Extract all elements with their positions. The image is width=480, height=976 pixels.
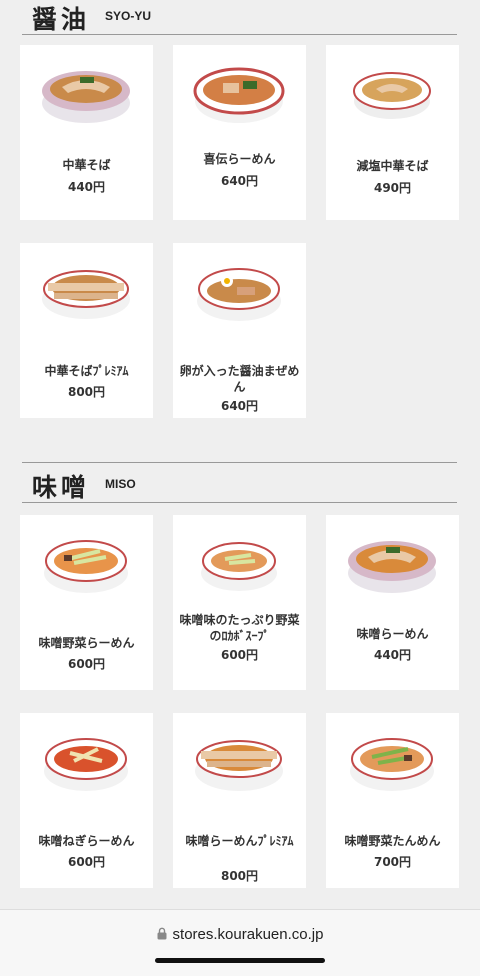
menu-item-name: 味噌ねぎらーめん bbox=[38, 834, 135, 848]
section-title: 味噌 bbox=[32, 473, 91, 502]
menu-card[interactable]: 味噌ねぎらーめん 600円 bbox=[20, 713, 153, 888]
menu-item-price: 800円 bbox=[220, 869, 259, 883]
section-header-miso: 味噌 MISO bbox=[22, 462, 457, 504]
menu-card[interactable]: 卵が入った醤油まぜめん 640円 bbox=[173, 243, 306, 418]
home-indicator[interactable] bbox=[155, 958, 325, 963]
menu-item-name: 味噌らーめん bbox=[356, 627, 429, 641]
menu-card[interactable]: 中華そばﾌﾟﾚﾐｱﾑ 800円 bbox=[20, 243, 153, 418]
ramen-bowl-icon bbox=[350, 738, 434, 791]
section-divider bbox=[22, 462, 457, 463]
menu-item-name: 減塩中華そば bbox=[356, 159, 429, 173]
menu-card[interactable]: 中華そば 440円 bbox=[20, 45, 153, 220]
menu-card[interactable]: 味噌野菜らーめん 600円 bbox=[20, 515, 153, 690]
url-text: stores.kourakuen.co.jp bbox=[172, 926, 324, 943]
menu-card[interactable]: 味噌らーめんﾌﾟﾚﾐｱﾑ 800円 bbox=[173, 713, 306, 888]
ramen-bowl-icon bbox=[44, 540, 128, 593]
menu-item-price: 640円 bbox=[220, 399, 259, 413]
ramen-bowl-icon bbox=[42, 71, 130, 123]
menu-card[interactable]: 味噌野菜たんめん 700円 bbox=[326, 713, 459, 888]
lock-icon bbox=[157, 927, 167, 940]
menu-card[interactable]: 味噌味のたっぷり野菜のﾛｶﾎﾞｽｰﾌﾟ 600円 bbox=[173, 515, 306, 690]
section-subtitle: SYO-YU bbox=[105, 9, 152, 23]
browser-bottom-bar: stores.kourakuen.co.jp bbox=[0, 909, 480, 976]
section-divider bbox=[22, 34, 457, 35]
section-title: 醤油 bbox=[32, 5, 91, 34]
ramen-bowl-icon bbox=[44, 738, 128, 791]
ramen-bowl-icon bbox=[201, 542, 277, 591]
menu-item-price: 490円 bbox=[373, 181, 412, 195]
menu-item-name: 喜伝らーめん bbox=[203, 152, 276, 166]
menu-card[interactable]: 減塩中華そば 490円 bbox=[326, 45, 459, 220]
menu-item-price: 600円 bbox=[67, 855, 106, 869]
menu-item-name: 味噌野菜らーめん bbox=[38, 636, 135, 650]
menu-item-price: 700円 bbox=[373, 855, 412, 869]
menu-card[interactable]: 味噌らーめん 440円 bbox=[326, 515, 459, 690]
menu-item-name: 卵が入った醤油まぜめん bbox=[179, 364, 300, 394]
menu-item-price: 600円 bbox=[67, 657, 106, 671]
menu-item-price: 800円 bbox=[67, 385, 106, 399]
menu-item-name: 味噌野菜たんめん bbox=[344, 834, 441, 848]
section-subtitle: MISO bbox=[105, 477, 136, 491]
section-divider bbox=[22, 502, 457, 503]
address-bar[interactable]: stores.kourakuen.co.jp bbox=[0, 926, 480, 943]
menu-card[interactable]: 喜伝らーめん 640円 bbox=[173, 45, 306, 220]
section-header-shoyu: 醤油 SYO-YU bbox=[22, 0, 457, 36]
menu-item-price: 440円 bbox=[373, 648, 412, 662]
menu-item-price: 600円 bbox=[220, 648, 259, 662]
ramen-bowl-icon bbox=[353, 72, 431, 119]
ramen-bowl-icon bbox=[193, 67, 285, 123]
menu-item-name: 中華そばﾌﾟﾚﾐｱﾑ bbox=[44, 364, 129, 378]
menu-item-name: 中華そば bbox=[62, 158, 111, 172]
ramen-bowl-icon bbox=[195, 740, 283, 791]
menu-item-name: 味噌味のたっぷり野菜のﾛｶﾎﾞｽｰﾌﾟ bbox=[179, 613, 300, 643]
ramen-bowl-icon bbox=[42, 270, 130, 319]
menu-item-name: 味噌らーめんﾌﾟﾚﾐｱﾑ bbox=[185, 834, 294, 848]
ramen-bowl-icon bbox=[197, 268, 281, 321]
menu-item-price: 640円 bbox=[220, 174, 259, 188]
menu-item-price: 440円 bbox=[67, 180, 106, 194]
ramen-bowl-icon bbox=[348, 541, 436, 593]
